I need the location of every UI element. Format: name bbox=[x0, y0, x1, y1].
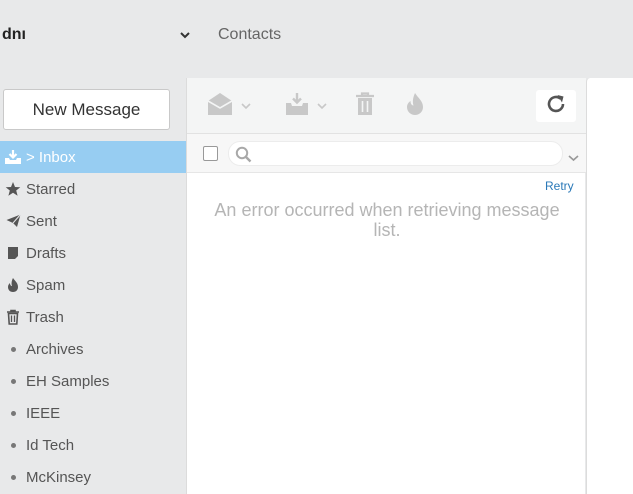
sidebar-item-drafts[interactable]: Drafts bbox=[0, 237, 186, 269]
account-name[interactable]: dnı bbox=[2, 26, 26, 44]
sidebar-item-inbox[interactable]: > Inbox bbox=[0, 141, 186, 173]
sidebar-item-archives[interactable]: Archives bbox=[0, 333, 186, 365]
bullet-icon bbox=[0, 442, 26, 448]
chevron-down-icon bbox=[317, 97, 327, 115]
sidebar-item-spam[interactable]: Spam bbox=[0, 269, 186, 301]
search-row bbox=[187, 134, 586, 173]
error-message: An error occurred when retrieving messag… bbox=[214, 200, 560, 240]
message-toolbar bbox=[187, 78, 586, 134]
sidebar-item-label: IEEE bbox=[26, 404, 61, 422]
trash-icon bbox=[0, 309, 26, 325]
sidebar-item-ieee[interactable]: IEEE bbox=[0, 397, 186, 429]
inbox-download-icon bbox=[0, 149, 26, 165]
top-bar: dnı Contacts bbox=[0, 0, 633, 78]
sidebar-item-starred[interactable]: Starred bbox=[0, 173, 186, 205]
sidebar-item-label: McKinsey bbox=[26, 468, 92, 486]
sidebar-item-sent[interactable]: Sent bbox=[0, 205, 186, 237]
sidebar-item-label: Trash bbox=[26, 308, 64, 326]
archive-download-icon bbox=[285, 92, 309, 121]
star-icon bbox=[0, 181, 26, 197]
sidebar-item-trash[interactable]: Trash bbox=[0, 301, 186, 333]
search-options-chevron-icon[interactable] bbox=[568, 149, 579, 167]
mark-read-button[interactable] bbox=[207, 92, 251, 120]
paper-plane-icon bbox=[0, 214, 26, 228]
select-all-checkbox[interactable] bbox=[203, 146, 218, 161]
search-icon bbox=[235, 146, 252, 168]
sidebar-item-label: EH Samples bbox=[26, 372, 110, 390]
bullet-icon bbox=[0, 346, 26, 352]
sidebar-item-label: Sent bbox=[26, 212, 57, 230]
new-message-button[interactable]: New Message bbox=[3, 89, 170, 130]
file-icon bbox=[0, 246, 26, 260]
search-box[interactable] bbox=[228, 141, 563, 166]
refresh-button[interactable] bbox=[536, 90, 576, 122]
contacts-link[interactable]: Contacts bbox=[218, 26, 281, 44]
sidebar-item-label: Spam bbox=[26, 276, 66, 294]
trash-icon bbox=[355, 91, 375, 121]
sidebar-item-eh-samples[interactable]: EH Samples bbox=[0, 365, 186, 397]
sidebar-item-id-tech[interactable]: Id Tech bbox=[0, 429, 186, 461]
sidebar-item-label: Id Tech bbox=[26, 436, 75, 454]
sidebar-item-mckinsey[interactable]: McKinsey bbox=[0, 461, 186, 493]
message-preview-panel bbox=[586, 78, 633, 494]
sidebar-item-label: Archives bbox=[26, 340, 84, 358]
chevron-down-icon bbox=[241, 97, 251, 115]
retry-link[interactable]: Retry bbox=[545, 179, 574, 193]
fire-icon bbox=[405, 92, 425, 121]
bullet-icon bbox=[0, 378, 26, 384]
spam-button[interactable] bbox=[405, 92, 425, 120]
sidebar-item-label: Starred bbox=[26, 180, 76, 198]
delete-button[interactable] bbox=[355, 91, 375, 121]
move-to-button[interactable] bbox=[285, 92, 327, 120]
message-list-panel: Retry An error occurred when retrieving … bbox=[186, 78, 586, 494]
sidebar-item-label: > Inbox bbox=[26, 148, 76, 166]
search-input[interactable] bbox=[255, 144, 555, 164]
folder-list: > Inbox Starred Sent Drafts Spam Trash A… bbox=[0, 141, 186, 493]
bullet-icon bbox=[0, 474, 26, 480]
refresh-icon bbox=[545, 93, 567, 120]
envelope-open-icon bbox=[207, 92, 233, 121]
bullet-icon bbox=[0, 410, 26, 416]
chevron-down-icon[interactable] bbox=[178, 28, 192, 42]
fire-icon bbox=[0, 277, 26, 293]
sidebar-item-label: Drafts bbox=[26, 244, 67, 262]
